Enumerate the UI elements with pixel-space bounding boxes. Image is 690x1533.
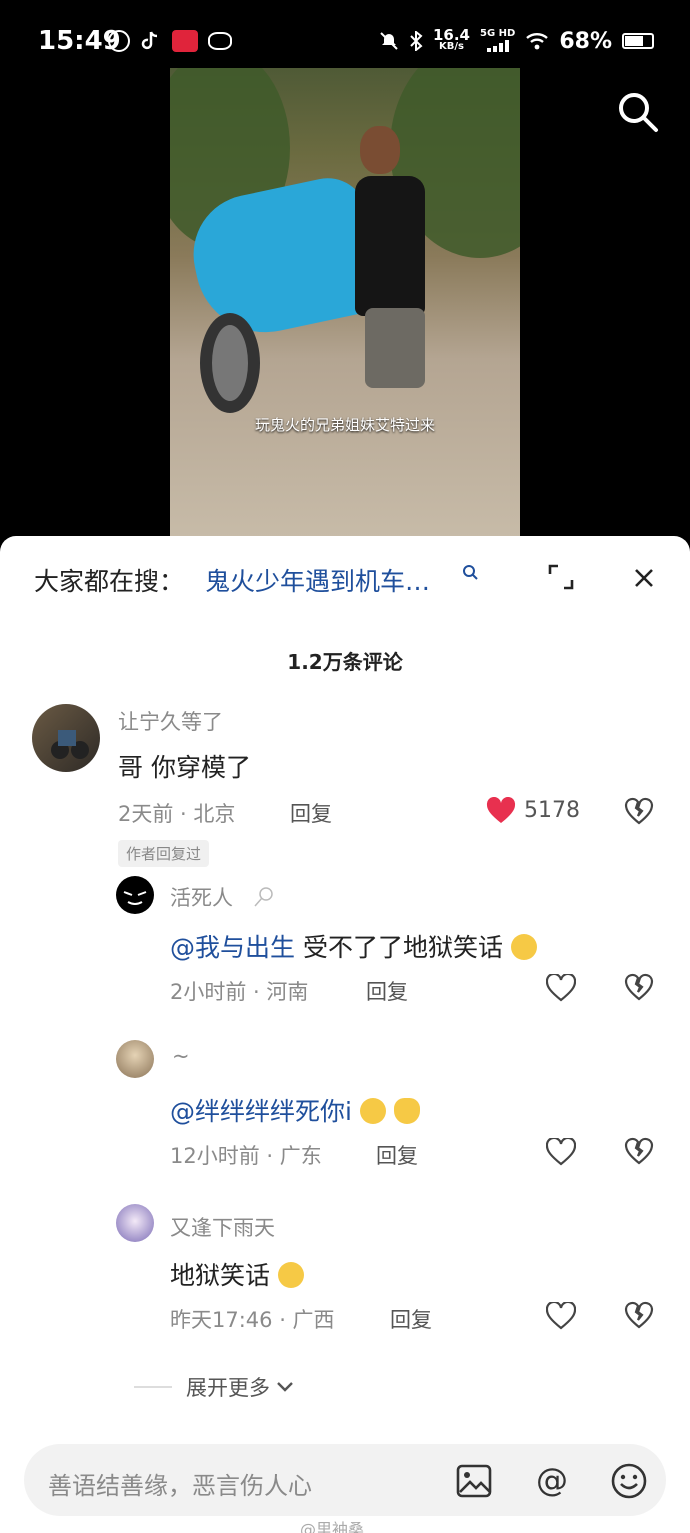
red-app-icon	[172, 30, 198, 52]
chevron-down-icon	[277, 1382, 293, 1392]
avatar-image-icon	[51, 730, 89, 759]
wheel-shape	[200, 313, 260, 413]
comment-username[interactable]: 让宁久等了	[118, 706, 223, 736]
laughing-emoji-icon	[359, 1098, 386, 1124]
reply-username[interactable]: 又逢下雨天	[170, 1212, 275, 1242]
comment-count: 1.2万条评论	[287, 650, 403, 674]
badminton-icon	[254, 887, 273, 907]
broken-heart-icon[interactable]	[624, 972, 654, 1002]
status-bar: 15:49 16.4 KB/s 5G HD 68%	[0, 0, 690, 68]
reply-meta: 昨天17:46 · 广西	[170, 1308, 335, 1332]
network-speed-value: 16.4	[432, 26, 470, 44]
signal-label: 5G HD	[480, 28, 516, 39]
author-replied-badge: 作者回复过	[118, 840, 210, 867]
person-head-shape	[360, 126, 400, 174]
avatar[interactable]	[116, 876, 154, 914]
reply-username[interactable]: 活死人	[170, 882, 233, 912]
reply-username[interactable]: ~	[172, 1044, 190, 1068]
heart-filled-icon[interactable]	[486, 797, 516, 825]
reply-button[interactable]: 回复	[366, 976, 408, 1006]
status-right: 16.4 KB/s 5G HD 68%	[379, 28, 654, 54]
mention-at-icon[interactable]: @	[532, 1460, 572, 1500]
network-speed: 16.4 KB/s	[432, 26, 470, 53]
video-caption: 玩鬼火的兄弟姐妹艾特过来	[254, 416, 435, 434]
emoji-icon[interactable]	[610, 1462, 648, 1500]
battery-icon	[622, 33, 654, 49]
reply-button[interactable]: 回复	[376, 1140, 418, 1170]
image-icon[interactable]	[456, 1464, 492, 1498]
search-icon[interactable]	[616, 90, 660, 134]
signal-icon	[486, 40, 509, 52]
reply-text: 地狱笑话	[170, 1256, 304, 1292]
comment-input-placeholder: 善语结善缘，恶言伤人心	[48, 1472, 312, 1500]
avatar[interactable]	[116, 1040, 154, 1078]
reply-meta: 2小时前 · 河南	[170, 980, 309, 1004]
avatar[interactable]	[32, 704, 100, 772]
heart-outline-icon[interactable]	[546, 1138, 576, 1166]
video-frame[interactable]: 玩鬼火的兄弟姐妹艾特过来	[170, 68, 520, 538]
comment-meta: 2天前 · 北京	[118, 802, 236, 826]
laughing-emoji-icon	[277, 1262, 304, 1288]
video-player[interactable]: 玩鬼火的兄弟姐妹艾特过来	[0, 68, 690, 548]
reply-text: @绊绊绊绊死你i	[170, 1092, 420, 1128]
wifi-icon	[526, 33, 549, 50]
reply-text: @我与出生 受不了了地狱笑话	[170, 928, 537, 964]
broken-heart-icon[interactable]	[624, 1300, 654, 1330]
avatar[interactable]	[116, 1204, 154, 1242]
comment-text: 哥 你穿模了	[118, 753, 251, 782]
watermark: @里袖桑	[300, 1520, 365, 1533]
k-app-icon	[108, 30, 130, 52]
reply-meta: 12小时前 · 广东	[170, 1144, 322, 1168]
reply-mention[interactable]: @我与出生	[170, 933, 295, 962]
reply-body: 受不了了地狱笑话	[295, 933, 503, 962]
expand-more-label: 展开更多	[186, 1376, 270, 1400]
comment-sheet: 大家都在搜： 鬼火少年遇到机车… 1.2万条评论 让宁久等了 哥 你穿模了 2天…	[0, 536, 690, 1533]
signal-indicator: 5G HD	[480, 28, 515, 54]
reply-button[interactable]: 回复	[390, 1304, 432, 1334]
trending-prefix: 大家都在搜：	[34, 567, 185, 596]
like-count: 5178	[524, 798, 580, 823]
person-body-shape	[355, 176, 425, 316]
notification-icons	[108, 30, 232, 52]
comment-input[interactable]: 善语结善缘，恶言伤人心 @	[24, 1444, 666, 1516]
avatar-face-icon	[123, 891, 147, 905]
search-icon[interactable]	[462, 564, 478, 580]
heart-outline-icon[interactable]	[546, 974, 576, 1002]
reply-button[interactable]: 回复	[290, 798, 332, 828]
trending-search-link[interactable]: 鬼火少年遇到机车…	[205, 562, 430, 598]
tiktok-icon	[140, 30, 162, 52]
divider-line	[134, 1386, 172, 1388]
broken-heart-icon[interactable]	[624, 1136, 654, 1166]
close-icon[interactable]	[630, 564, 658, 592]
battery-percent: 68%	[559, 28, 612, 54]
ok-hand-emoji-icon	[393, 1098, 420, 1124]
broken-heart-icon[interactable]	[624, 796, 654, 826]
person-legs-shape	[365, 308, 425, 388]
wechat-icon	[208, 32, 232, 50]
bluetooth-icon	[410, 31, 423, 51]
laughing-emoji-icon	[510, 934, 537, 960]
reply-body: 地狱笑话	[170, 1261, 271, 1290]
reply-mention[interactable]: @绊绊绊绊死你i	[170, 1097, 352, 1126]
expand-more-button[interactable]: 展开更多	[134, 1372, 294, 1402]
battery-fill	[625, 36, 643, 46]
mute-icon	[380, 32, 398, 50]
sheet-header: 大家都在搜： 鬼火少年遇到机车…	[0, 536, 690, 618]
expand-icon[interactable]	[548, 564, 574, 590]
heart-outline-icon[interactable]	[546, 1302, 576, 1330]
